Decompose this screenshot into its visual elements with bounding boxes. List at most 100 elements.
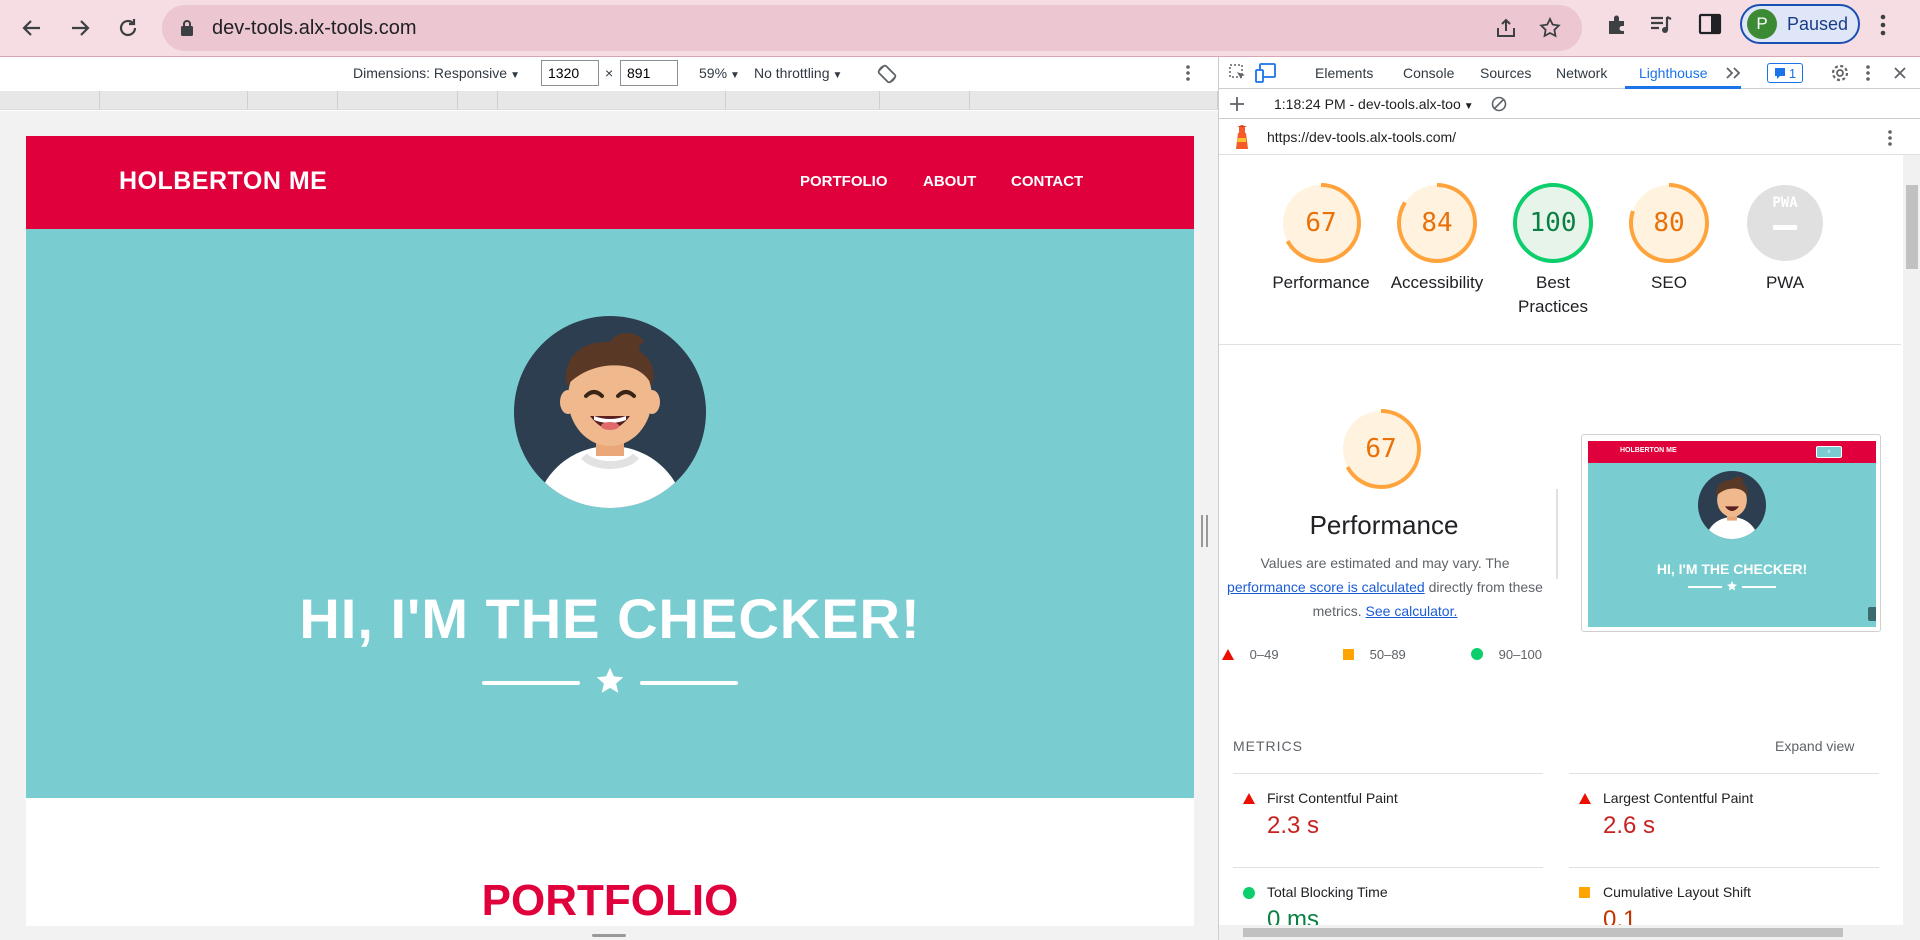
- metrics-divider-right: [1569, 773, 1879, 774]
- report-url[interactable]: https://dev-tools.alx-tools.com/: [1267, 129, 1456, 145]
- nav-contact[interactable]: CONTACT: [1011, 173, 1083, 190]
- tab-sources[interactable]: Sources: [1480, 65, 1531, 81]
- gauge-label-best-practices: Best Practices: [1518, 273, 1588, 316]
- inspect-element-icon[interactable]: [1229, 64, 1247, 82]
- emulated-page: HOLBERTON ME PORTFOLIO ABOUT CONTACT HI,…: [26, 136, 1194, 926]
- devtools-panel: Elements Console Sources Network Lightho…: [1218, 57, 1920, 940]
- devtools-vertical-scrollbar[interactable]: [1903, 155, 1920, 940]
- share-icon[interactable]: [1494, 16, 1518, 40]
- thumbnail-menu-button: ≡: [1816, 446, 1842, 458]
- back-button[interactable]: [12, 8, 52, 48]
- gauge-label-accessibility: Accessibility: [1390, 273, 1484, 292]
- reload-icon: [119, 19, 137, 37]
- devtools-menu-icon[interactable]: [1865, 64, 1871, 82]
- score-calculated-link[interactable]: performance score is calculated: [1227, 579, 1425, 595]
- more-tabs-chevron-icon[interactable]: [1725, 66, 1741, 80]
- red-triangle-icon: [1579, 793, 1591, 804]
- metrics-divider-left: [1233, 773, 1543, 774]
- metric-largest-contentful-paint: Largest Contentful Paint 2.6 s: [1569, 785, 1879, 855]
- score-gauge-performance[interactable]: 67: [1281, 183, 1361, 263]
- viewport-bottom-handle[interactable]: [592, 934, 626, 937]
- performance-detail-score: 67: [1365, 434, 1397, 464]
- gauge-score: PWA: [1772, 195, 1798, 211]
- legend-average: 50–89: [1343, 647, 1406, 662]
- rotate-icon[interactable]: [876, 63, 898, 85]
- see-calculator-link[interactable]: See calculator.: [1366, 603, 1458, 619]
- profile-button[interactable]: P Paused: [1740, 4, 1860, 44]
- tab-elements[interactable]: Elements: [1315, 65, 1373, 81]
- report-url-bar: https://dev-tools.alx-tools.com/: [1219, 119, 1920, 155]
- performance-title: Performance: [1309, 510, 1459, 540]
- dimension-separator: ×: [605, 65, 614, 81]
- performance-detail-gauge: 67: [1341, 409, 1421, 489]
- score-gauge-pwa[interactable]: PWA: [1745, 183, 1825, 263]
- page-screenshot-thumbnail[interactable]: HOLBERTON ME ≡ HI, I'M THE CHECKER!: [1581, 434, 1881, 632]
- width-input[interactable]: [541, 60, 599, 86]
- device-more-icon[interactable]: [1185, 64, 1191, 82]
- issues-badge[interactable]: 1: [1767, 63, 1803, 83]
- hero-avatar: [514, 316, 706, 508]
- green-circle-icon: [1471, 648, 1483, 660]
- tab-console[interactable]: Console: [1403, 65, 1454, 81]
- zoom-dropdown[interactable]: 59% ▼: [699, 65, 740, 81]
- thumbnail-title: HI, I'M THE CHECKER!: [1656, 561, 1808, 577]
- gauge-label-performance: Performance: [1272, 273, 1370, 292]
- arrow-right-icon: [72, 20, 90, 36]
- thumbnail-header: HOLBERTON ME ≡: [1588, 441, 1876, 463]
- tab-lighthouse[interactable]: Lighthouse: [1639, 65, 1708, 81]
- device-toolbar: Dimensions: Responsive▼ × 59%▼ No thrott…: [0, 57, 1218, 89]
- media-query-ruler[interactable]: [0, 91, 1218, 110]
- devtools-horizontal-scrollbar[interactable]: [1219, 925, 1903, 940]
- site-header: HOLBERTON ME PORTFOLIO ABOUT CONTACT: [26, 136, 1194, 229]
- avatar: P: [1747, 9, 1777, 39]
- forward-button[interactable]: [60, 8, 100, 48]
- nav-portfolio[interactable]: PORTFOLIO: [800, 173, 888, 190]
- legend-pass: 90–100: [1471, 647, 1542, 662]
- performance-divider: [1556, 489, 1558, 579]
- metrics-row-divider-right: [1569, 867, 1879, 868]
- device-toggle-icon[interactable]: [1255, 63, 1277, 83]
- gauges-separator: [1219, 344, 1901, 345]
- profile-status: Paused: [1787, 13, 1849, 34]
- clear-block-icon[interactable]: [1491, 96, 1507, 112]
- metric-label: Cumulative Layout Shift: [1603, 884, 1751, 900]
- plus-icon[interactable]: [1229, 96, 1245, 112]
- dimensions-dropdown[interactable]: Dimensions: Responsive ▼: [353, 65, 520, 81]
- side-panel-icon[interactable]: [1698, 12, 1722, 36]
- close-icon[interactable]: [1893, 66, 1907, 80]
- lighthouse-logo-icon: [1236, 125, 1248, 149]
- viewport-resize-handle[interactable]: [1201, 515, 1209, 547]
- media-playlist-icon[interactable]: [1648, 12, 1674, 38]
- report-menu-icon[interactable]: [1887, 129, 1893, 147]
- report-selector[interactable]: 1:18:24 PM - dev-tools.alx-too ▼: [1274, 96, 1474, 112]
- thumbnail-brand: HOLBERTON ME: [1620, 447, 1677, 454]
- thumbnail-scroll-top-button: [1868, 607, 1876, 621]
- throttling-dropdown[interactable]: No throttling ▼: [754, 65, 842, 81]
- hero-divider-right: [640, 681, 738, 685]
- score-gauge-accessibility[interactable]: 84: [1397, 183, 1477, 263]
- metric-label: First Contentful Paint: [1267, 790, 1398, 806]
- metrics-heading: METRICS: [1233, 738, 1303, 754]
- metric-value: 2.6 s: [1603, 812, 1656, 839]
- settings-gear-icon[interactable]: [1831, 64, 1849, 82]
- more-vertical-icon[interactable]: [1878, 12, 1888, 38]
- bookmark-star-icon[interactable]: [1538, 16, 1562, 40]
- tab-network[interactable]: Network: [1556, 65, 1607, 81]
- metric-label: Total Blocking Time: [1267, 884, 1388, 900]
- extensions-puzzle-icon[interactable]: [1604, 12, 1630, 38]
- address-bar[interactable]: dev-tools.alx-tools.com: [162, 5, 1582, 51]
- red-triangle-icon: [1222, 649, 1234, 660]
- thumbnail-avatar-icon: [1705, 477, 1759, 539]
- site-brand[interactable]: HOLBERTON ME: [119, 167, 327, 196]
- orange-square-icon: [1343, 649, 1354, 660]
- thumbnail-divider-right: [1742, 586, 1776, 588]
- green-circle-icon: [1243, 887, 1255, 899]
- height-input[interactable]: [620, 60, 678, 86]
- nav-about[interactable]: ABOUT: [923, 173, 976, 190]
- expand-view-toggle[interactable]: Expand view: [1775, 738, 1854, 754]
- reload-button[interactable]: [108, 8, 148, 48]
- browser-toolbar: dev-tools.alx-tools.com P Paused: [0, 0, 1920, 56]
- score-gauge-best-practices[interactable]: 100: [1513, 183, 1593, 263]
- score-gauge-seo[interactable]: 80: [1629, 183, 1709, 263]
- message-icon: [1774, 68, 1785, 79]
